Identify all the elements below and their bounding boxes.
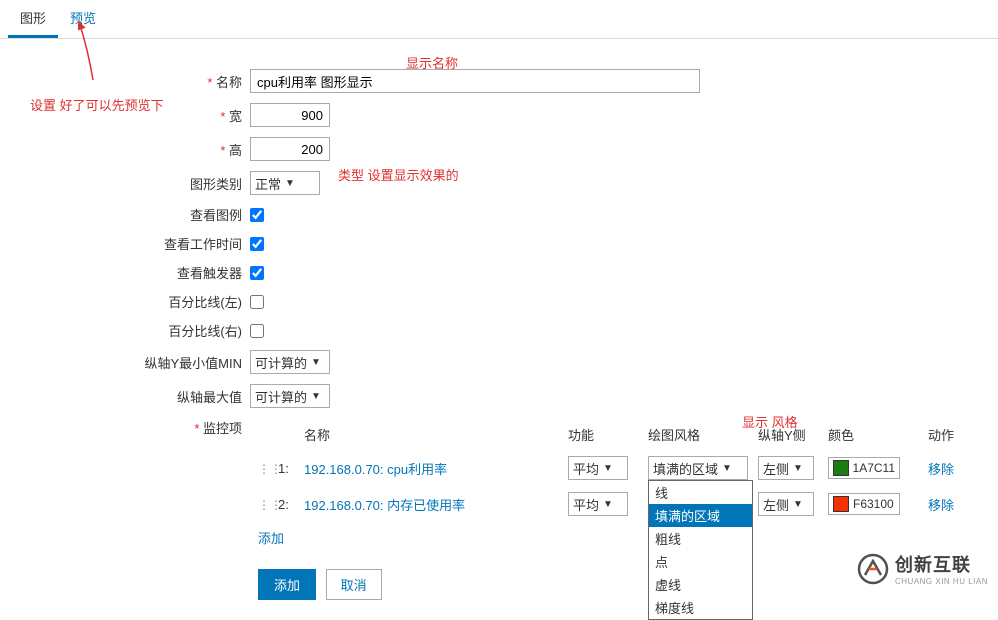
remove-link[interactable]: 移除 — [928, 498, 954, 513]
logo-icon — [857, 553, 889, 585]
label-show-worktime: 查看工作时间 — [164, 237, 242, 252]
label-width: 宽 — [229, 109, 242, 124]
color-input[interactable]: F63100 — [828, 493, 900, 515]
yaxis-select[interactable]: 左侧▼ — [758, 492, 814, 516]
table-row: ⋮⋮ 2: 192.168.0.70: 内存已使用率 平均▼ 左侧▼ F6310… — [258, 486, 998, 522]
label-y-min: 纵轴Y最小值MIN — [144, 356, 242, 371]
cancel-button[interactable]: 取消 — [326, 569, 382, 600]
width-input[interactable] — [250, 103, 330, 127]
y-min-select[interactable]: 可计算的▼ — [250, 350, 330, 374]
table-row: ⋮⋮ 1: 192.168.0.70: cpu利用率 平均▼ 填满的区域▼ 线 … — [258, 450, 998, 486]
dropdown-option[interactable]: 点 — [649, 550, 752, 573]
color-swatch — [833, 460, 849, 476]
label-monitor: 监控项 — [203, 421, 242, 436]
yaxis-select[interactable]: 左侧▼ — [758, 456, 814, 480]
chevron-down-icon: ▼ — [793, 499, 803, 510]
add-item-link[interactable]: 添加 — [258, 522, 284, 553]
row-index: 1: — [278, 461, 298, 476]
color-swatch — [833, 496, 849, 512]
label-percent-right: 百分比线(右) — [168, 324, 242, 339]
label-y-max: 纵轴最大值 — [177, 390, 242, 405]
item-link[interactable]: 192.168.0.70: cpu利用率 — [304, 462, 447, 477]
label-name: 名称 — [216, 75, 242, 90]
dropdown-option[interactable]: 粗线 — [649, 527, 752, 550]
func-select[interactable]: 平均▼ — [568, 492, 628, 516]
dropdown-option[interactable]: 梯度线 — [649, 596, 752, 619]
dropdown-option[interactable]: 填满的区域 — [649, 504, 752, 527]
show-legend-checkbox[interactable] — [250, 208, 264, 222]
chevron-down-icon: ▼ — [603, 463, 613, 474]
show-worktime-checkbox[interactable] — [250, 237, 264, 251]
label-height: 高 — [229, 143, 242, 158]
remove-link[interactable]: 移除 — [928, 462, 954, 477]
chevron-down-icon: ▼ — [722, 463, 732, 474]
label-percent-left: 百分比线(左) — [168, 295, 242, 310]
chevron-down-icon: ▼ — [793, 463, 803, 474]
dropdown-option[interactable]: 虚线 — [649, 573, 752, 596]
chevron-down-icon: ▼ — [311, 357, 321, 368]
style-dropdown: 线 填满的区域 粗线 点 虚线 梯度线 — [648, 480, 753, 620]
y-max-select[interactable]: 可计算的▼ — [250, 384, 330, 408]
style-select[interactable]: 填满的区域▼ — [648, 456, 748, 480]
height-input[interactable] — [250, 137, 330, 161]
table-header: 名称 功能 绘图风格 纵轴Y侧 颜色 动作 — [258, 419, 998, 450]
watermark: 创新互联 CHUANG XIN HU LIAN — [857, 551, 988, 586]
item-link[interactable]: 192.168.0.70: 内存已使用率 — [304, 498, 465, 513]
tab-graph[interactable]: 图形 — [8, 0, 58, 38]
label-show-legend: 查看图例 — [190, 208, 242, 223]
row-index: 2: — [278, 497, 298, 512]
chevron-down-icon: ▼ — [311, 391, 321, 402]
chevron-down-icon: ▼ — [603, 499, 613, 510]
add-button[interactable]: 添加 — [258, 569, 316, 600]
label-show-trigger: 查看触发器 — [177, 266, 242, 281]
label-graph-type: 图形类别 — [190, 177, 242, 192]
percent-left-checkbox[interactable] — [250, 295, 264, 309]
name-input[interactable] — [250, 69, 700, 93]
func-select[interactable]: 平均▼ — [568, 456, 628, 480]
dropdown-option[interactable]: 线 — [649, 481, 752, 504]
color-input[interactable]: 1A7C11 — [828, 457, 900, 479]
chevron-down-icon: ▼ — [285, 178, 295, 189]
graph-type-select[interactable]: 正常▼ — [250, 171, 320, 195]
percent-right-checkbox[interactable] — [250, 324, 264, 338]
show-trigger-checkbox[interactable] — [250, 266, 264, 280]
